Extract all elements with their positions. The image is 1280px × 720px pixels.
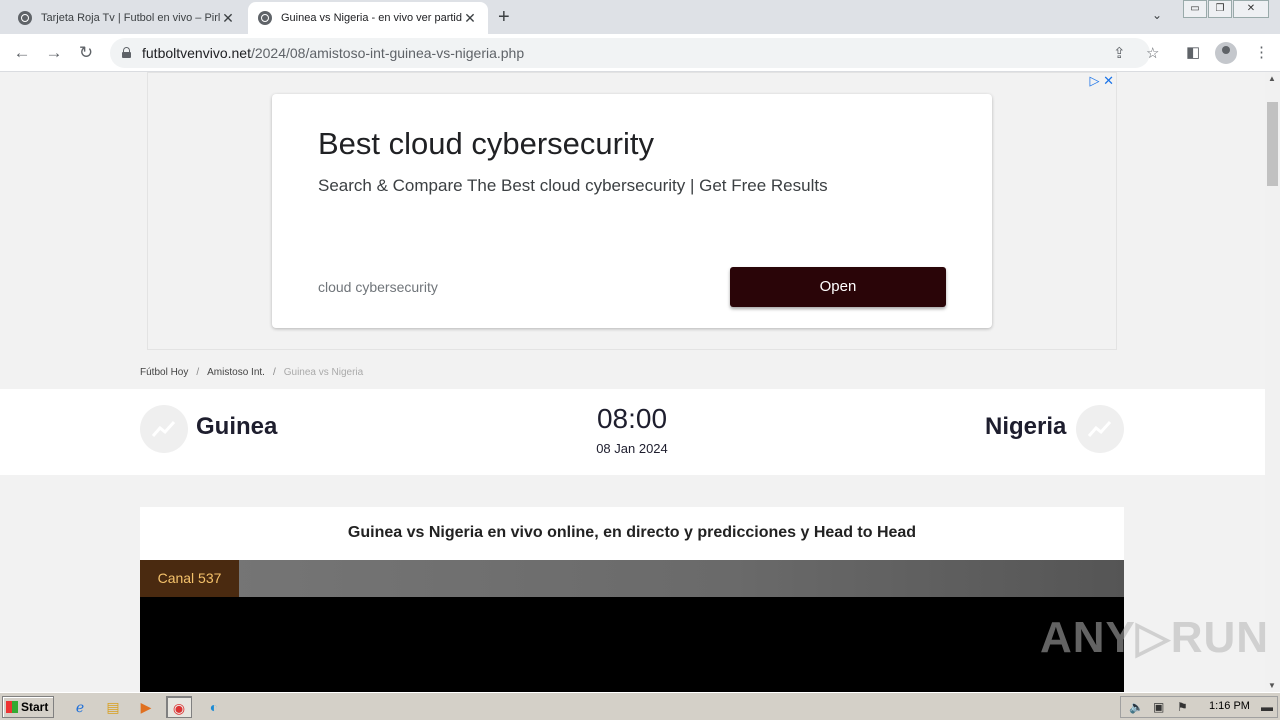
breadcrumb: Fútbol Hoy / Amistoso Int. / Guinea vs Niger… <box>140 367 363 378</box>
adchoices-icon[interactable]: ▷ ✕ <box>1089 73 1114 89</box>
network-icon[interactable]: ▣ <box>1153 700 1164 714</box>
channel-tab[interactable]: Canal 537 <box>140 560 239 597</box>
url-host: futboltvenvivo.net <box>142 45 251 61</box>
media-player-icon[interactable]: ▶ <box>133 696 159 718</box>
ad-subtitle: Search & Compare The Best cloud cybersec… <box>318 176 828 195</box>
home-team-logo-icon <box>140 405 188 453</box>
ad-card[interactable]: Best cloud cybersecurity Search & Compar… <box>272 94 992 328</box>
tab-close-icon[interactable]: ✕ <box>462 10 478 27</box>
match-header: Guinea 08:00 08 Jan 2024 Nigeria <box>0 389 1265 475</box>
windows-taskbar: Start ℯ ▤ ▶ ◉ ◐ 🔈 ▣ ⚑ 1:16 PM ▬ <box>0 692 1280 720</box>
minimize-button[interactable]: ▭ <box>1183 0 1207 18</box>
show-desktop-icon[interactable]: ▬ <box>1261 700 1273 714</box>
tab-strip: Tarjeta Roja Tv | Futbol en vivo – Pirl … <box>0 0 1280 34</box>
anyrun-watermark: ANY▷RUN <box>1040 613 1270 662</box>
forward-arrow-icon[interactable]: → <box>43 42 65 64</box>
share-icon[interactable]: ⇪ <box>1113 44 1126 62</box>
channel-bar: Canal 537 <box>140 560 1124 597</box>
match-date: 08 Jan 2024 <box>596 441 668 456</box>
url-text[interactable]: futboltvenvivo.net/2024/08/amistoso-int-… <box>142 45 524 61</box>
new-tab-button[interactable]: + <box>498 6 510 29</box>
browser-toolbar: ← → ↻ futboltvenvivo.net/2024/08/amistos… <box>0 34 1280 72</box>
breadcrumb-separator: / <box>196 367 200 378</box>
ad-title[interactable]: Best cloud cybersecurity <box>318 126 654 162</box>
menu-kebab-icon[interactable]: ⋮ <box>1254 43 1269 61</box>
ad-open-button[interactable]: Open <box>730 267 946 307</box>
breadcrumb-current: Guinea vs Nigeria <box>283 367 364 378</box>
window-close-button[interactable]: ✕ <box>1233 0 1269 18</box>
breadcrumb-link-amistoso[interactable]: Amistoso Int. <box>207 367 265 378</box>
tab-close-icon[interactable]: ✕ <box>220 10 236 27</box>
page-scrollbar[interactable]: ▲ ▼ <box>1265 72 1280 692</box>
globe-icon <box>258 11 272 25</box>
scroll-down-arrow-icon[interactable]: ▼ <box>1268 681 1276 690</box>
scrollbar-thumb[interactable] <box>1267 102 1278 186</box>
lock-icon[interactable] <box>122 47 131 58</box>
tab-tarjeta-roja[interactable]: Tarjeta Roja Tv | Futbol en vivo – Pirl … <box>8 2 246 34</box>
tab-search-chevron-icon[interactable]: ⌄ <box>1152 8 1162 22</box>
home-team-name[interactable]: Guinea <box>196 413 277 441</box>
breadcrumb-link-futbol-hoy[interactable]: Fútbol Hoy <box>140 367 188 378</box>
tab-guinea-vs-nigeria[interactable]: Guinea vs Nigeria - en vivo ver partid ✕ <box>248 2 488 34</box>
start-label: Start <box>21 700 49 714</box>
match-time: 08:00 <box>596 403 668 434</box>
action-center-flag-icon[interactable]: ⚑ <box>1177 700 1188 714</box>
scroll-up-arrow-icon[interactable]: ▲ <box>1268 74 1276 83</box>
panel-title: Guinea vs Nigeria en vivo online, en dir… <box>347 524 917 541</box>
side-panel-icon[interactable]: ◧ <box>1186 43 1200 61</box>
stream-panel: Guinea vs Nigeria en vivo online, en dir… <box>140 507 1124 692</box>
edge-icon[interactable]: ◐ <box>201 696 227 718</box>
address-bar[interactable]: futboltvenvivo.net/2024/08/amistoso-int-… <box>110 38 1159 68</box>
tab-title: Guinea vs Nigeria - en vivo ver partid <box>281 12 462 24</box>
bookmark-star-icon[interactable]: ☆ <box>1146 44 1159 62</box>
start-button[interactable]: Start <box>2 696 54 718</box>
folder-icon[interactable]: ▤ <box>100 696 126 718</box>
reload-icon[interactable]: ↻ <box>75 42 97 64</box>
ad-domain: cloud cybersecurity <box>318 279 438 295</box>
system-tray: 🔈 ▣ ⚑ 1:16 PM ▬ <box>1120 696 1278 718</box>
url-path: /2024/08/amistoso-int-guinea-vs-nigeria.… <box>250 45 525 61</box>
clock[interactable]: 1:16 PM <box>1209 700 1250 712</box>
chrome-icon[interactable]: ◉ <box>166 696 192 718</box>
restore-button[interactable]: ❐ <box>1208 0 1232 18</box>
windows-flag-icon <box>6 701 18 713</box>
internet-explorer-icon[interactable]: ℯ <box>67 696 93 718</box>
page-viewport: ▷ ✕ Best cloud cybersecurity Search & Co… <box>0 72 1265 692</box>
breadcrumb-separator: / <box>272 367 276 378</box>
tab-title: Tarjeta Roja Tv | Futbol en vivo – Pirl <box>41 12 220 24</box>
volume-icon[interactable]: 🔈 <box>1129 700 1144 714</box>
back-arrow-icon[interactable]: ← <box>11 42 33 64</box>
away-team-name[interactable]: Nigeria <box>985 413 1066 441</box>
ad-frame: ▷ ✕ Best cloud cybersecurity Search & Co… <box>147 72 1117 350</box>
profile-avatar-icon[interactable] <box>1215 42 1237 64</box>
globe-icon <box>18 11 32 25</box>
away-team-logo-icon <box>1076 405 1124 453</box>
video-player[interactable] <box>140 597 1124 692</box>
